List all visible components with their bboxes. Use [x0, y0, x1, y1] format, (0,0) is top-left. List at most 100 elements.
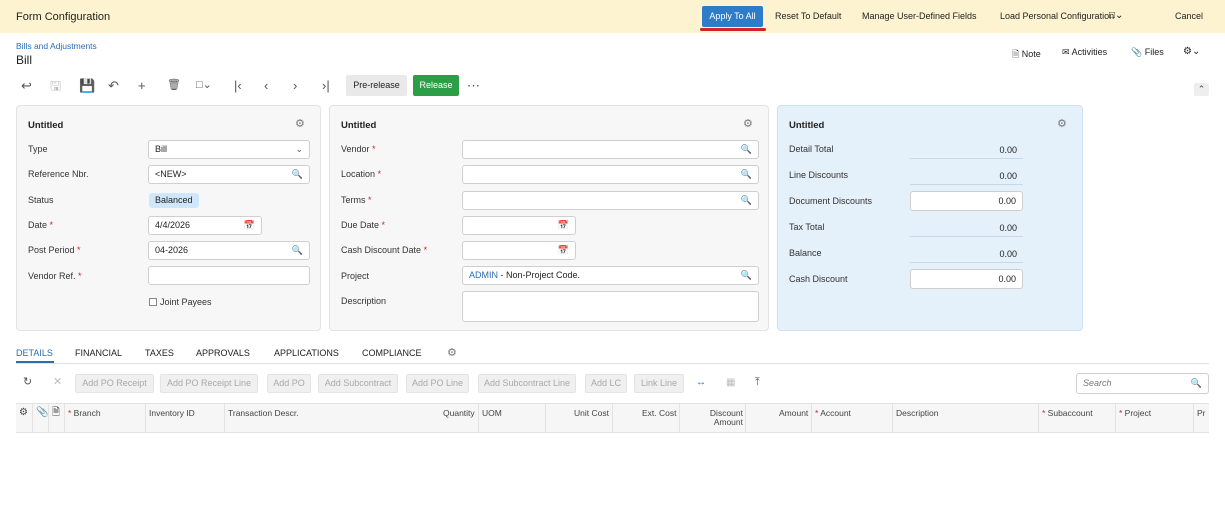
release-button[interactable]: Release — [413, 75, 459, 96]
joint-payees-label: Joint Payees — [160, 297, 212, 307]
manage-udf-button[interactable]: Manage User-Defined Fields — [862, 11, 977, 21]
first-record-icon[interactable]: |‹ — [234, 79, 242, 92]
line-discounts-value: 0.00 — [910, 169, 1023, 185]
tab-applications[interactable]: APPLICATIONS — [274, 348, 339, 358]
search-icon: 🔍 — [291, 169, 303, 179]
col-uom[interactable]: UOM — [482, 409, 502, 418]
settings-gear-icon[interactable]: ⚙⌄ — [1183, 46, 1200, 57]
col-subaccount[interactable]: * Subaccount — [1042, 409, 1093, 418]
joint-payees-checkbox[interactable]: Joint Payees — [149, 297, 212, 307]
layout-menu-icon[interactable]: □⌄ — [1109, 10, 1123, 21]
previous-record-icon[interactable]: ‹ — [264, 79, 268, 92]
balance-value: 0.00 — [910, 247, 1023, 263]
description-label: Description — [341, 296, 387, 306]
col-description[interactable]: Description — [896, 409, 939, 418]
col-unit-cost[interactable]: Unit Cost — [574, 409, 609, 418]
save-close-icon[interactable]: 🖫 — [50, 79, 61, 92]
grid-search-input[interactable]: Search 🔍 — [1076, 373, 1209, 394]
location-input[interactable]: 🔍 — [462, 165, 759, 184]
more-icon[interactable]: ⋯ — [467, 79, 480, 92]
project-label: Project — [341, 271, 370, 281]
tab-compliance[interactable]: COMPLIANCE — [362, 348, 422, 358]
link-line-button[interactable]: Link Line — [634, 374, 684, 393]
col-transaction-descr[interactable]: Transaction Descr. — [228, 409, 299, 418]
col-divider — [745, 404, 746, 433]
vendor-ref-input[interactable] — [148, 266, 310, 285]
status-label: Status — [28, 195, 54, 205]
cash-discount-date-input[interactable]: 📅 — [462, 241, 576, 260]
upload-icon[interactable]: ⤒ — [755, 377, 760, 388]
collapse-icon[interactable]: ⌃ — [1194, 83, 1209, 96]
add-subcontract-button[interactable]: Add Subcontract — [318, 374, 398, 393]
tab-approvals[interactable]: APPROVALS — [196, 348, 250, 358]
note-icon: 🗎 — [52, 407, 61, 418]
description-textarea[interactable] — [462, 291, 759, 322]
load-personal-config-button[interactable]: Load Personal Configuration — [1000, 11, 1114, 21]
gear-icon[interactable]: ⚙ — [743, 117, 753, 130]
grid-settings-icon[interactable]: ⚙ — [19, 408, 28, 418]
next-record-icon[interactable]: › — [293, 79, 297, 92]
terms-input[interactable]: 🔍 — [462, 191, 759, 210]
refresh-icon[interactable]: ↻ — [23, 377, 32, 388]
breadcrumb[interactable]: Bills and Adjustments — [16, 41, 97, 51]
document-discounts-input[interactable]: 0.00 — [910, 191, 1023, 211]
vendor-label: Vendor * — [341, 144, 376, 154]
gear-icon[interactable]: ⚙ — [295, 117, 305, 130]
note-button[interactable]: 🗎 Note — [1012, 47, 1041, 63]
tab-details[interactable]: DETAILS — [16, 348, 53, 358]
search-icon: 🔍 — [1190, 378, 1202, 388]
reset-to-default-button[interactable]: Reset To Default — [775, 11, 841, 21]
col-divider — [1193, 404, 1194, 433]
col-ext-cost[interactable]: Ext. Cost — [642, 409, 676, 418]
line-discounts-label: Line Discounts — [789, 170, 849, 180]
note-icon: 🗎 — [1012, 49, 1020, 59]
col-divider — [892, 404, 893, 433]
add-icon[interactable]: + — [138, 79, 146, 92]
vendor-label-text: Vendor — [341, 144, 370, 154]
undo-icon[interactable]: ↶ — [108, 79, 119, 92]
add-po-button[interactable]: Add PO — [267, 374, 311, 393]
apply-to-all-button[interactable]: Apply To All — [702, 6, 763, 27]
col-project[interactable]: * Project — [1119, 409, 1151, 418]
delete-row-icon[interactable]: ✕ — [53, 377, 62, 388]
project-code-link[interactable]: ADMIN — [469, 270, 498, 280]
col-amount[interactable]: Amount — [779, 409, 808, 418]
tab-settings-gear-icon[interactable]: ⚙ — [447, 346, 457, 359]
activities-button[interactable]: ✉ Activities — [1062, 47, 1107, 58]
col-inventory-id[interactable]: Inventory ID — [149, 409, 195, 418]
col-divider — [1115, 404, 1116, 433]
date-input[interactable]: 4/4/2026 📅 — [148, 216, 262, 235]
reference-nbr-input[interactable]: <NEW> 🔍 — [148, 165, 310, 184]
last-record-icon[interactable]: ›| — [322, 79, 330, 92]
project-input[interactable]: ADMIN - Non-Project Code. 🔍 — [462, 266, 759, 285]
files-button[interactable]: 📎 Files — [1131, 47, 1164, 58]
back-icon[interactable]: ↩ — [21, 79, 32, 92]
col-branch[interactable]: * Branch — [68, 409, 101, 418]
tab-taxes[interactable]: TAXES — [145, 348, 174, 358]
col-pr[interactable]: Pr — [1197, 409, 1206, 418]
pre-release-button[interactable]: Pre-release — [346, 75, 407, 96]
export-excel-icon[interactable]: ▦ — [726, 377, 735, 388]
cancel-button[interactable]: Cancel — [1175, 11, 1203, 21]
add-lc-button[interactable]: Add LC — [585, 374, 627, 393]
delete-icon[interactable]: 🗑 — [167, 79, 181, 92]
vendor-input[interactable]: 🔍 — [462, 140, 759, 159]
post-period-input[interactable]: 04-2026 🔍 — [148, 241, 310, 260]
gear-icon[interactable]: ⚙ — [1057, 117, 1067, 130]
col-quantity[interactable]: Quantity — [443, 409, 475, 418]
cash-discount-label: Cash Discount — [789, 274, 848, 284]
add-po-receipt-button[interactable]: Add PO Receipt — [75, 374, 154, 393]
copy-paste-icon[interactable]: □⌄ — [196, 79, 212, 92]
add-subcontract-line-button[interactable]: Add Subcontract Line — [478, 374, 576, 393]
tab-financial[interactable]: FINANCIAL — [75, 348, 122, 358]
due-date-input[interactable]: 📅 — [462, 216, 576, 235]
type-select[interactable]: Bill ⌄ — [148, 140, 310, 159]
col-discount-amount[interactable]: Discount Amount — [699, 409, 743, 427]
cash-discount-input[interactable]: 0.00 — [910, 269, 1023, 289]
checkbox-box[interactable] — [149, 298, 157, 306]
col-account[interactable]: * Account — [815, 409, 851, 418]
add-po-receipt-line-button[interactable]: Add PO Receipt Line — [160, 374, 258, 393]
add-po-line-button[interactable]: Add PO Line — [406, 374, 469, 393]
fit-columns-icon[interactable]: ↔ — [696, 377, 706, 388]
save-icon[interactable]: 💾 — [79, 79, 95, 92]
